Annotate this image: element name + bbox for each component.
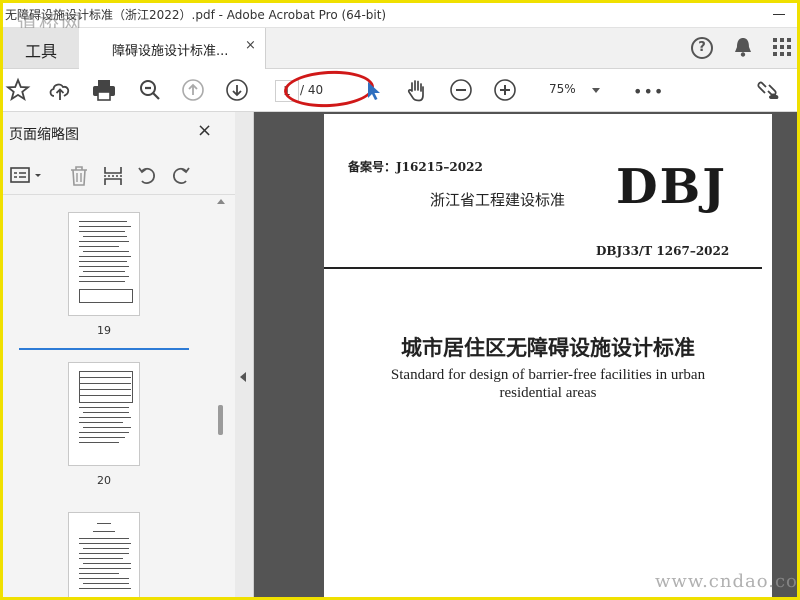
rotate-right-icon[interactable] xyxy=(169,164,193,188)
thumbnail-list: 19 20 xyxy=(3,195,213,597)
tab-document[interactable]: 障碍设施设计标准... × xyxy=(79,28,266,69)
acrobat-window: 无障碍设施设计标准（浙江2022）.pdf - Adobe Acrobat Pr… xyxy=(0,0,800,600)
previous-page-icon[interactable] xyxy=(180,77,206,103)
zoom-select[interactable]: 75% xyxy=(530,77,608,103)
notification-bell-icon[interactable] xyxy=(733,36,753,62)
tab-close-icon[interactable]: × xyxy=(245,38,256,53)
tab-tools[interactable]: 工具 xyxy=(3,28,80,68)
dbj-logo: DBJ xyxy=(616,159,727,215)
scroll-up-icon[interactable] xyxy=(217,199,225,204)
options-menu-icon[interactable] xyxy=(9,164,45,188)
document-view[interactable]: 备案号：J16215–2022 浙江省工程建设标准 DBJ DBJ33/T 12… xyxy=(254,112,797,597)
record-number: 备案号：J16215–2022 xyxy=(348,160,483,174)
thumbnail-label: 20 xyxy=(97,474,111,487)
collapse-panel-icon[interactable] xyxy=(240,372,246,382)
minimize-button[interactable] xyxy=(763,3,797,27)
panel-toolbar xyxy=(3,158,235,195)
drop-indicator xyxy=(19,348,189,350)
star-icon[interactable] xyxy=(5,77,31,103)
panel-close-icon[interactable]: × xyxy=(197,120,212,141)
help-icon[interactable]: ? xyxy=(691,37,713,59)
page-thumbnail[interactable] xyxy=(69,213,139,315)
chevron-down-icon xyxy=(592,88,600,93)
panel-title: 页面缩略图 xyxy=(9,127,79,143)
tab-document-label: 障碍设施设计标准... xyxy=(112,44,229,59)
standard-code: DBJ33/T 1267–2022 xyxy=(596,244,730,258)
zoom-value: 75% xyxy=(549,82,576,96)
next-page-icon[interactable] xyxy=(224,77,250,103)
thumbnail-scrollbar[interactable] xyxy=(214,195,228,597)
document-title-en: Standard for design of barrier-free faci… xyxy=(390,367,706,383)
hand-tool-icon[interactable] xyxy=(404,77,430,103)
thumbnails-panel: 页面缩略图 × 19 20 xyxy=(3,112,236,597)
standard-org: 浙江省工程建设标准 xyxy=(430,191,566,209)
apps-grid-icon[interactable] xyxy=(773,38,793,58)
tab-tools-label: 工具 xyxy=(25,42,58,61)
document-title-en-line2: residential areas xyxy=(499,385,597,401)
tab-bar: 工具 障碍设施设计标准... × ? xyxy=(3,28,797,69)
divider xyxy=(324,267,762,269)
more-tools-icon[interactable]: ••• xyxy=(633,82,664,101)
pdf-page: 备案号：J16215–2022 浙江省工程建设标准 DBJ DBJ33/T 12… xyxy=(324,114,772,597)
panel-splitter[interactable] xyxy=(235,112,254,597)
page-thumbnail[interactable] xyxy=(69,513,139,597)
title-bar: 无障碍设施设计标准（浙江2022）.pdf - Adobe Acrobat Pr… xyxy=(3,3,797,35)
main-toolbar: 1 / 40 75% ••• xyxy=(3,68,797,112)
cloud-upload-icon[interactable] xyxy=(47,77,73,103)
rotate-left-icon[interactable] xyxy=(135,164,159,188)
zoom-in-icon[interactable] xyxy=(492,77,518,103)
select-cursor-icon[interactable] xyxy=(361,77,387,103)
zoom-out-icon[interactable] xyxy=(448,77,474,103)
print-icon[interactable] xyxy=(91,77,117,103)
scrollbar-thumb[interactable] xyxy=(218,405,223,435)
thumbnail-label: 19 xyxy=(97,324,111,337)
watermark-url: www.cndao.com xyxy=(655,571,800,592)
trash-icon[interactable] xyxy=(67,164,91,188)
zoom-out-search-icon[interactable] xyxy=(137,77,163,103)
share-link-icon[interactable] xyxy=(755,77,781,103)
document-title-cn: 城市居住区无障碍设施设计标准 xyxy=(401,335,695,360)
insert-page-icon[interactable] xyxy=(101,164,125,188)
page-thumbnail[interactable] xyxy=(69,363,139,465)
